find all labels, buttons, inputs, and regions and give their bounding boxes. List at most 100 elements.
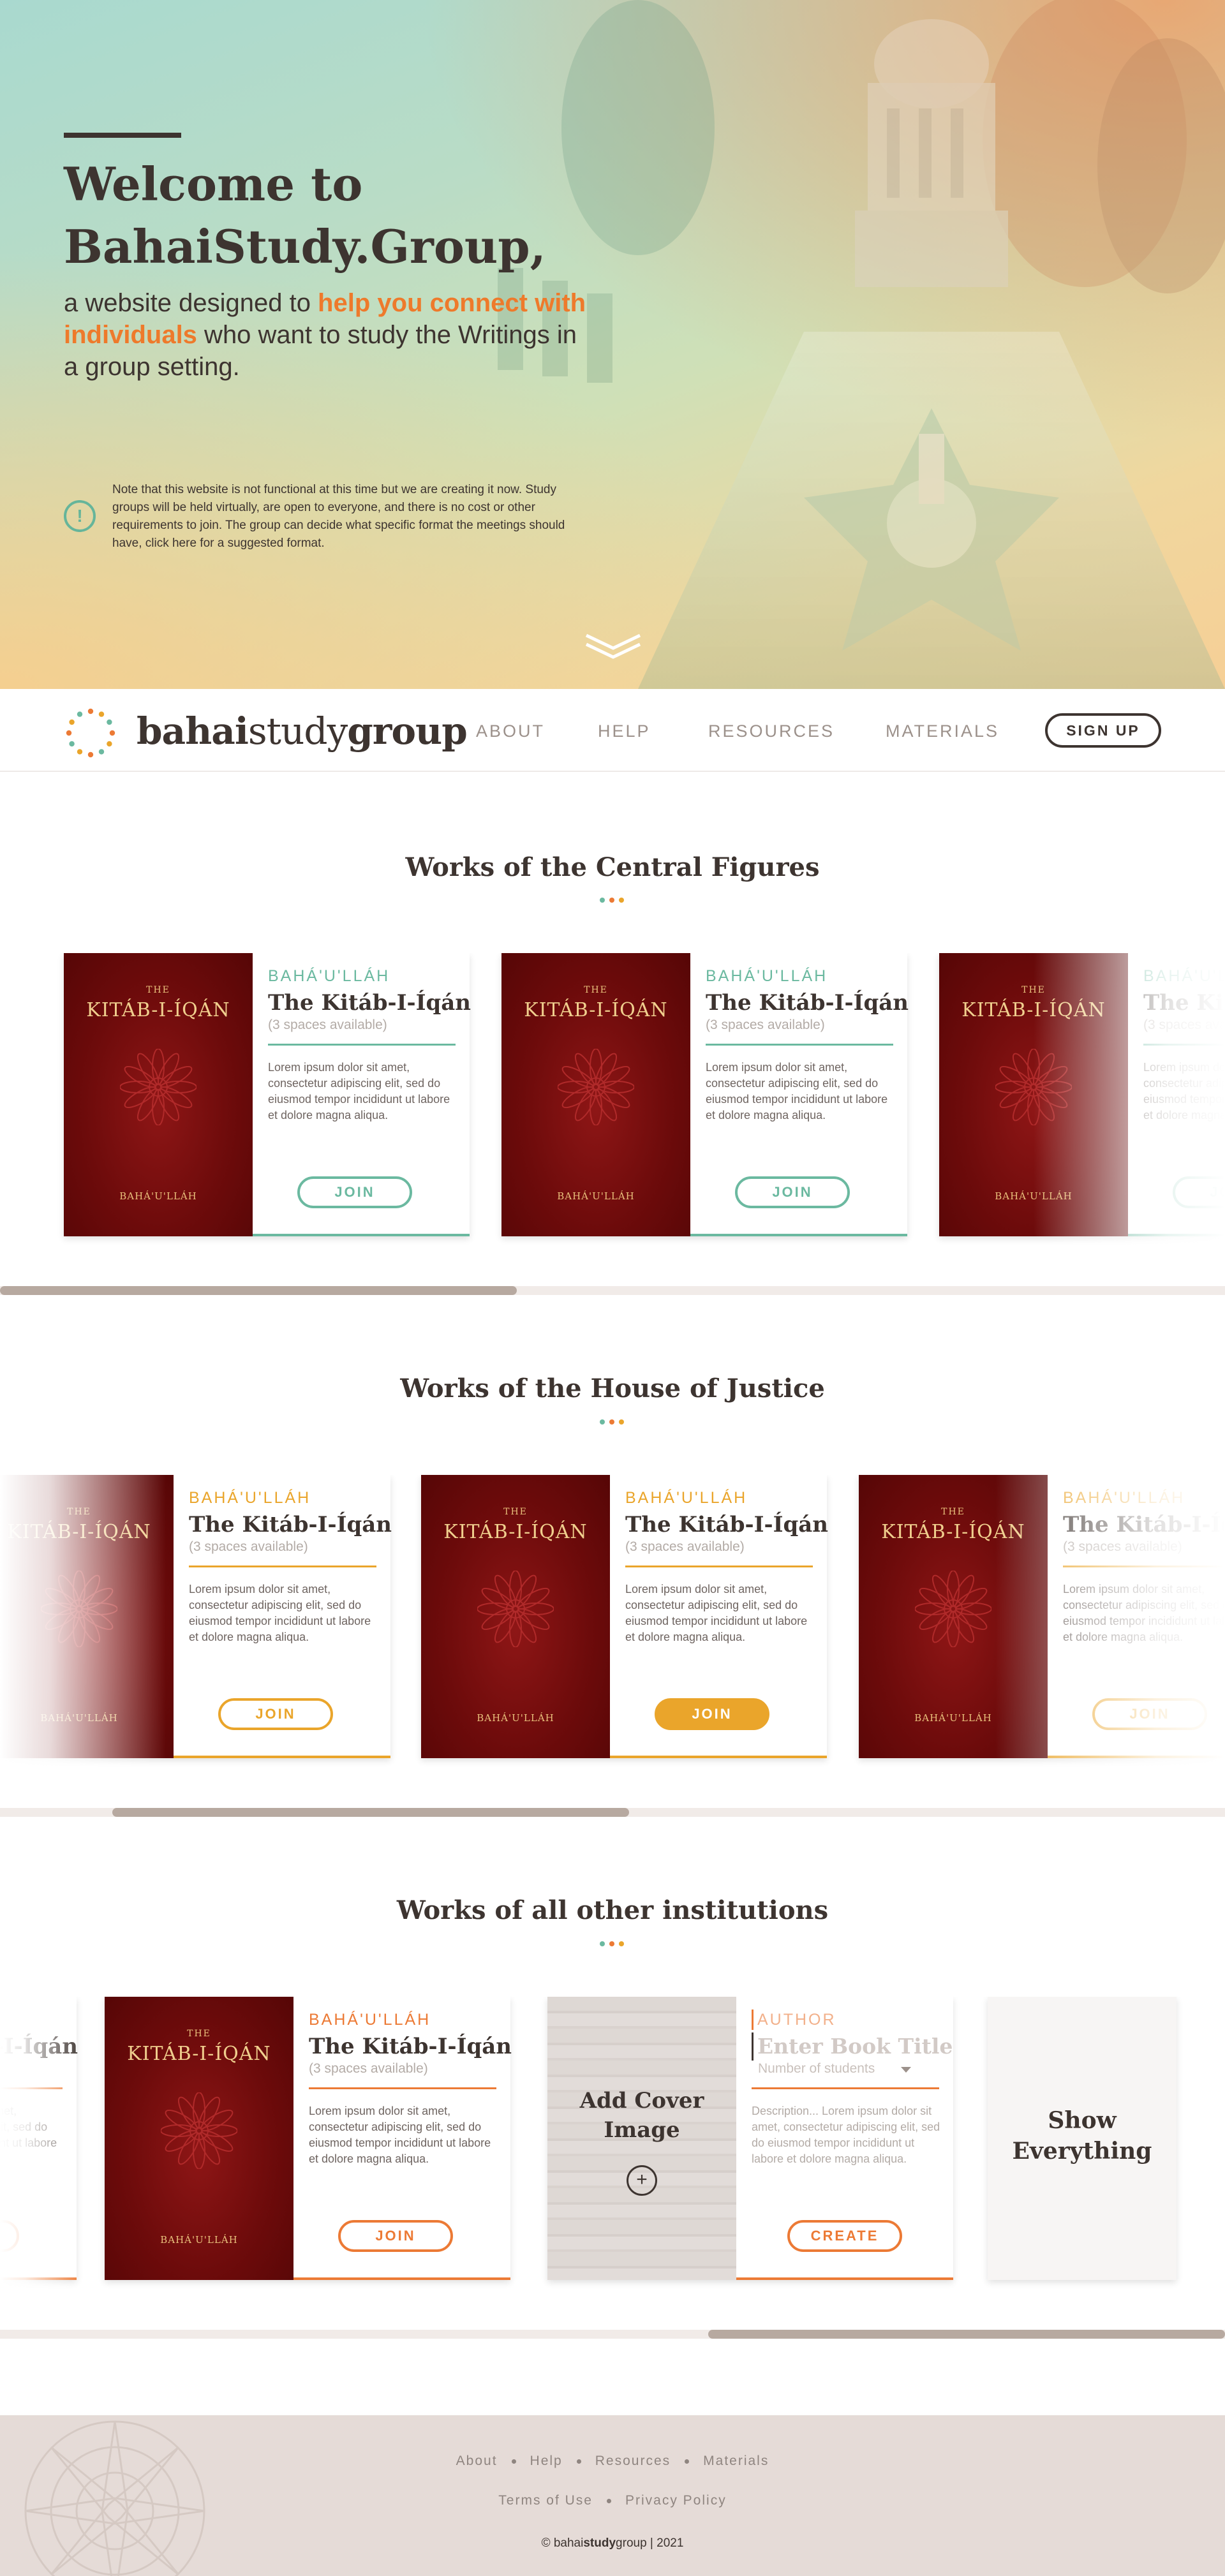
book-card[interactable]: THE KITÁB-I-ÍQÁN BAHÁ'U'LLÁH BAHÁ'U'LLÁH The… <box>421 1475 828 1758</box>
section-dots <box>600 1419 625 1425</box>
nav-link-resources[interactable]: RESOURCES <box>708 721 835 741</box>
footer-link-materials[interactable]: Materials <box>703 2454 769 2468</box>
section-title-house-of-justice: Works of the House of Justice <box>400 1373 825 1403</box>
chevron-down-icon[interactable] <box>901 2067 911 2073</box>
footer-link-privacy[interactable]: Privacy Policy <box>625 2493 727 2508</box>
hero-note[interactable]: Note that this website is not functional… <box>112 481 584 552</box>
join-button[interactable]: JOIN <box>655 1698 769 1730</box>
book-info: BAHÁ'U'LLÁH The Kitáb-I-Íqán(3 spaces ava… <box>253 953 471 1236</box>
card-divider <box>189 1566 376 1567</box>
info-icon: ! <box>64 500 96 532</box>
scroll-down-chevron-icon[interactable] <box>584 633 642 660</box>
rosette-ornament-icon <box>477 1571 554 1647</box>
book-author: BAHÁ'U'LLÁH <box>268 967 390 985</box>
spaces-available: (3 spaces available) <box>268 1018 387 1032</box>
book-author: BAHÁ'U'LLÁH <box>625 1489 748 1507</box>
nav-link-materials[interactable]: MATERIALS <box>886 721 999 741</box>
scrollbar-thumb[interactable] <box>0 1286 517 1295</box>
card-bottom-line <box>253 1234 470 1236</box>
book-title[interactable]: The Kitáb-I-Íqán <box>189 1511 392 1539</box>
join-button[interactable]: JOIN <box>338 2220 453 2252</box>
book-author: BAHÁ'U'LLÁH <box>706 967 828 985</box>
footer-link-help[interactable]: Help <box>530 2454 563 2468</box>
cover-author: BAHÁ'U'LLÁH <box>477 1712 554 1724</box>
book-card[interactable]: THE KITÁB-I-ÍQÁN BAHÁ'U'LLÁH BAHÁ'U'LLÁH The… <box>105 1997 512 2280</box>
book-cover-image[interactable]: THE KITÁB-I-ÍQÁN BAHÁ'U'LLÁH <box>105 1997 293 2280</box>
join-button[interactable]: JOIN <box>218 1698 333 1730</box>
footer-links-primary: About Help Resources Materials <box>0 2454 1225 2469</box>
book-title-input[interactable]: Enter Book Title <box>752 2032 953 2061</box>
section-dots <box>600 1941 625 1946</box>
footer-link-terms[interactable]: Terms of Use <box>498 2493 593 2508</box>
rosette-ornament-icon <box>558 1049 634 1125</box>
card-divider <box>625 1566 813 1567</box>
spaces-available: (3 spaces available) <box>189 1539 308 1554</box>
description-input[interactable]: Description... Lorem ipsum dolor sit ame… <box>752 2103 940 2167</box>
book-description: Lorem ipsum dolor sit amet, consectetur … <box>309 2105 491 2165</box>
cover-upload-area[interactable]: Add Cover Image + <box>547 1997 736 2280</box>
students-select[interactable]: Number of students <box>752 2061 911 2077</box>
carousel-fade <box>0 1475 166 1768</box>
book-description: Lorem ipsum dolor sit amet, consectetur … <box>625 1583 808 1643</box>
section-title-central-figures: Works of the Central Figures <box>405 852 820 882</box>
card-bottom-line <box>174 1756 390 1758</box>
card-bottom-line <box>736 2277 953 2280</box>
show-everything-card[interactable]: Show Everything <box>988 1997 1177 2280</box>
book-author: BAHÁ'U'LLÁH <box>189 1489 311 1507</box>
book-cover-image[interactable]: THE KITÁB-I-ÍQÁN BAHÁ'U'LLÁH <box>64 953 253 1236</box>
carousel-other-institutions[interactable]: THE KITÁB-I-ÍQÁN BAHÁ'U'LLÁH BAHÁ'U'LLÁH The… <box>0 1997 1225 2290</box>
author-input[interactable]: AUTHOR <box>752 2010 939 2030</box>
book-title[interactable]: The Kitáb-I-Íqán <box>309 2032 512 2061</box>
carousel-fade <box>1034 953 1225 1247</box>
site-logo[interactable]: bahaistudygroup <box>137 708 468 754</box>
scrollbar-central-figures[interactable] <box>0 1286 1225 1295</box>
section-dots <box>600 898 625 903</box>
show-everything-label: Show Everything <box>1012 2107 1152 2165</box>
book-title[interactable]: The Kitáb-I-Íqán <box>706 989 909 1017</box>
create-button[interactable]: CREATE <box>787 2220 902 2252</box>
book-title[interactable]: The Kitáb-I-Íqán <box>625 1511 828 1539</box>
cover-title: KITÁB-I-ÍQÁN <box>86 999 230 1021</box>
join-button[interactable]: JOIN <box>297 1176 412 1208</box>
footer-link-resources[interactable]: Resources <box>595 2454 671 2468</box>
carousel-house-of-justice[interactable]: THE KITÁB-I-ÍQÁN BAHÁ'U'LLÁH BAHÁ'U'LLÁH The… <box>0 1475 1225 1768</box>
book-description: Lorem ipsum dolor sit amet, consectetur … <box>706 1061 888 1121</box>
book-info: BAHÁ'U'LLÁH The Kitáb-I-Íqán(3 spaces ava… <box>174 1475 392 1758</box>
cover-the: THE <box>503 1507 528 1517</box>
carousel-fade <box>995 1475 1225 1768</box>
book-card[interactable]: THE KITÁB-I-ÍQÁN BAHÁ'U'LLÁH BAHÁ'U'LLÁH The… <box>64 953 471 1236</box>
cover-author: BAHÁ'U'LLÁH <box>119 1190 197 1202</box>
new-book-card[interactable]: Add Cover Image + AUTHOR Enter Book Titl… <box>547 1997 953 2280</box>
nav-link-help[interactable]: HELP <box>598 721 651 741</box>
spaces-available: (3 spaces available) <box>625 1539 745 1554</box>
cover-the: THE <box>187 2029 211 2039</box>
book-info: BAHÁ'U'LLÁH The Kitáb-I-Íqán(3 spaces ava… <box>610 1475 828 1758</box>
scrollbar-thumb[interactable] <box>708 2330 1225 2339</box>
scrollbar-house-of-justice[interactable] <box>0 1808 1225 1817</box>
copyright: © bahaistudygroup | 2021 <box>541 2536 684 2550</box>
cover-title: KITÁB-I-ÍQÁN <box>443 1521 588 1543</box>
book-title[interactable]: The Kitáb-I-Íqán <box>268 989 471 1017</box>
add-circle-icon[interactable]: + <box>627 2165 657 2196</box>
nav-link-about[interactable]: ABOUT <box>476 721 545 741</box>
cover-the: THE <box>146 985 170 995</box>
scrollbar-other-institutions[interactable] <box>0 2330 1225 2339</box>
book-cover-image[interactable]: THE KITÁB-I-ÍQÁN BAHÁ'U'LLÁH <box>501 953 690 1236</box>
cover-title: KITÁB-I-ÍQÁN <box>127 2043 271 2065</box>
rosette-ornament-icon <box>120 1049 197 1125</box>
book-description: Lorem ipsum dolor sit amet, consectetur … <box>268 1061 450 1121</box>
card-divider <box>268 1044 456 1046</box>
logo-dots-icon[interactable] <box>64 706 117 760</box>
carousel-fade <box>0 1997 83 2290</box>
sign-up-button[interactable]: SIGN UP <box>1045 713 1161 748</box>
carousel-central-figures[interactable]: THE KITÁB-I-ÍQÁN BAHÁ'U'LLÁH BAHÁ'U'LLÁH The… <box>0 953 1225 1247</box>
footer-link-about[interactable]: About <box>456 2454 498 2468</box>
card-divider <box>706 1044 893 1046</box>
book-cover-image[interactable]: THE KITÁB-I-ÍQÁN BAHÁ'U'LLÁH <box>421 1475 610 1758</box>
card-bottom-line <box>610 1756 827 1758</box>
book-card[interactable]: THE KITÁB-I-ÍQÁN BAHÁ'U'LLÁH BAHÁ'U'LLÁH The… <box>501 953 909 1236</box>
rosette-ornament-icon <box>161 2092 237 2169</box>
scrollbar-thumb[interactable] <box>112 1808 629 1817</box>
footer: About Help Resources Materials Terms of Use… <box>0 2415 1225 2576</box>
join-button[interactable]: JOIN <box>735 1176 850 1208</box>
